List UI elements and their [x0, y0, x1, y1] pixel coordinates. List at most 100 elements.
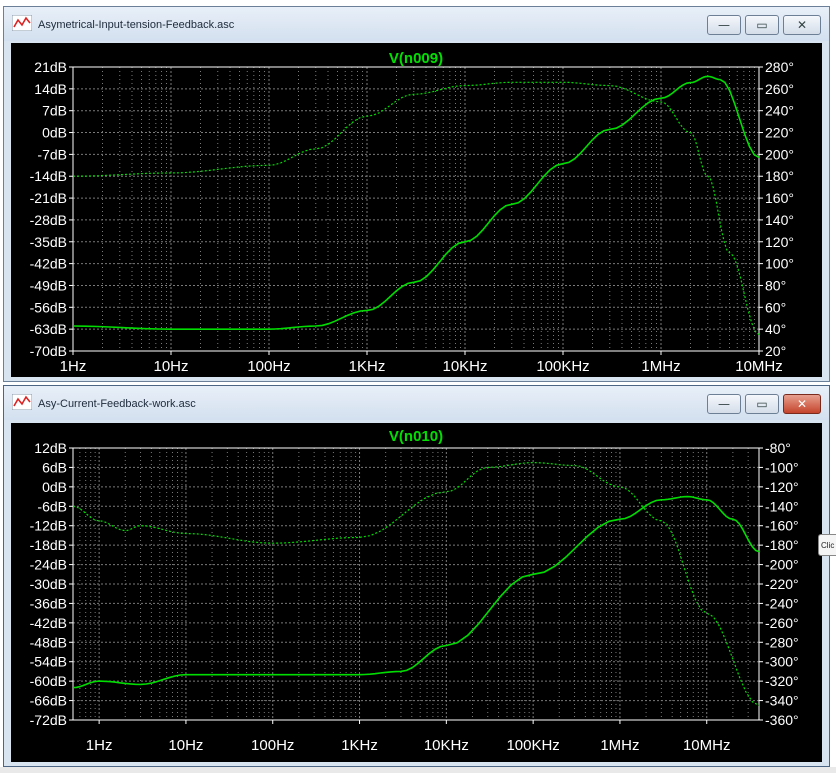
waveform-icon — [12, 394, 32, 410]
plot-window-1[interactable]: Asymetrical-Input-tension-Feedback.asc —… — [3, 6, 830, 382]
y2-tick-label: 60° — [765, 299, 786, 315]
y2-tick-label: 180° — [765, 168, 794, 184]
window-title: Asymetrical-Input-tension-Feedback.asc — [38, 19, 235, 31]
y2-tick-label: 280° — [765, 59, 794, 75]
y-tick-label: -42dB — [30, 256, 67, 272]
y2-tick-label: -280° — [765, 634, 799, 650]
minimize-icon: — — [718, 397, 730, 411]
tooltip: Clic — [818, 534, 836, 556]
bode-plot-chart[interactable]: 12dB 6dB 0dB -6dB -12dB -18dB -24dB -30dB -36dB -… — [11, 423, 822, 762]
waveform-icon — [12, 15, 32, 31]
plot-window-2[interactable]: Asy-Current-Feedback-work.asc — ▭ ✕ 12dB… — [3, 385, 830, 767]
close-button[interactable]: ✕ — [783, 15, 821, 35]
taskbar-strip — [0, 767, 836, 773]
bode-plot-chart[interactable]: 21dB 14dB 7dB 0dB -7dB -14dB -21dB -28dB -35dB -4… — [11, 43, 822, 377]
plot-frame — [72, 66, 760, 352]
y-tick-label: 12dB — [34, 440, 67, 456]
y-tick-label: -54dB — [30, 654, 67, 670]
y2-tick-label: 160° — [765, 190, 794, 206]
y-tick-label: -36dB — [30, 595, 67, 611]
x-tick-label: 10Hz — [168, 737, 203, 754]
y-tick-label: -42dB — [30, 615, 67, 631]
y2-tick-label: 200° — [765, 146, 794, 162]
x-tick-label: 10Hz — [153, 358, 188, 375]
y2-tick-label: -200° — [765, 557, 799, 573]
chart-title: V(n009) — [389, 50, 443, 67]
y2-tick-label: 80° — [765, 277, 786, 293]
y-tick-label: -70dB — [30, 343, 67, 359]
plot-area[interactable]: 21dB 14dB 7dB 0dB -7dB -14dB -21dB -28dB -35dB -4… — [11, 43, 822, 377]
close-icon: ✕ — [796, 18, 808, 32]
y2-tick-label: -240° — [765, 595, 799, 611]
maximize-button[interactable]: ▭ — [745, 394, 779, 414]
y-tick-label: -7dB — [37, 146, 67, 162]
y2-tick-label: 220° — [765, 125, 794, 141]
x-tick-label: 100Hz — [251, 737, 294, 754]
y-tick-label: -14dB — [30, 168, 67, 184]
y2-tick-label: -160° — [765, 518, 799, 534]
close-button[interactable]: ✕ — [783, 394, 821, 414]
y-tick-label: -28dB — [30, 212, 67, 228]
y-tick-label: -48dB — [30, 634, 67, 650]
minimize-button[interactable]: — — [707, 394, 741, 414]
y-tick-label: 0dB — [42, 125, 67, 141]
x-tick-label: 10KHz — [424, 737, 469, 754]
title-bar[interactable]: Asymetrical-Input-tension-Feedback.asc —… — [4, 7, 829, 41]
y-tick-label: -18dB — [30, 537, 67, 553]
y2-tick-label: -120° — [765, 479, 799, 495]
y-tick-label: -66dB — [30, 693, 67, 709]
y2-tick-label: -80° — [765, 440, 791, 456]
y-tick-label: -24dB — [30, 557, 67, 573]
y2-tick-label: -140° — [765, 498, 799, 514]
y-tick-label: 21dB — [34, 59, 67, 75]
y-tick-label: -63dB — [30, 321, 67, 337]
x-tick-label: 1KHz — [341, 737, 378, 754]
y2-tick-label: -300° — [765, 654, 799, 670]
x-tick-label: 1Hz — [60, 358, 87, 375]
x-tick-label: 100KHz — [536, 358, 589, 375]
y-tick-label: -30dB — [30, 576, 67, 592]
y-tick-label: -56dB — [30, 299, 67, 315]
y-tick-label: -6dB — [37, 498, 67, 514]
y2-tick-label: 100° — [765, 256, 794, 272]
close-icon: ✕ — [796, 397, 808, 411]
x-tick-label: 100Hz — [247, 358, 290, 375]
y-tick-label: 14dB — [34, 81, 67, 97]
y2-tick-label: 120° — [765, 234, 794, 250]
plot-frame — [72, 447, 760, 721]
phase-series-line — [72, 81, 760, 336]
y-tick-label: -35dB — [30, 234, 67, 250]
maximize-icon: ▭ — [756, 397, 768, 411]
y-tick-label: 6dB — [42, 459, 67, 475]
phase-series-line — [72, 461, 760, 706]
title-bar[interactable]: Asy-Current-Feedback-work.asc — ▭ ✕ — [4, 386, 829, 420]
y-tick-label: -12dB — [30, 518, 67, 534]
x-tick-label: 1MHz — [600, 737, 639, 754]
maximize-button[interactable]: ▭ — [745, 15, 779, 35]
chart-title: V(n010) — [389, 428, 443, 445]
y2-tick-label: 40° — [765, 321, 786, 337]
y2-tick-label: -220° — [765, 576, 799, 592]
magnitude-series-line — [72, 495, 760, 689]
x-tick-label: 1MHz — [641, 358, 680, 375]
x-tick-label: 1KHz — [349, 358, 386, 375]
y-tick-label: 0dB — [42, 479, 67, 495]
y2-tick-label: -320° — [765, 673, 799, 689]
y2-tick-label: 240° — [765, 103, 794, 119]
y2-tick-label: -100° — [765, 459, 799, 475]
minimize-button[interactable]: — — [707, 15, 741, 35]
maximize-icon: ▭ — [756, 18, 768, 32]
x-tick-label: 10MHz — [683, 737, 731, 754]
y-tick-label: -72dB — [30, 712, 67, 728]
window-title: Asy-Current-Feedback-work.asc — [38, 398, 196, 410]
y2-tick-label: -260° — [765, 615, 799, 631]
x-tick-label: 10KHz — [442, 358, 487, 375]
x-tick-label: 100KHz — [506, 737, 559, 754]
y2-tick-label: -360° — [765, 712, 799, 728]
y-tick-label: 7dB — [42, 103, 67, 119]
y2-tick-label: -180° — [765, 537, 799, 553]
minimize-icon: — — [718, 18, 730, 32]
plot-area[interactable]: 12dB 6dB 0dB -6dB -12dB -18dB -24dB -30dB -36dB -… — [11, 423, 822, 762]
y-tick-label: -21dB — [30, 190, 67, 206]
y-tick-label: -49dB — [30, 277, 67, 293]
